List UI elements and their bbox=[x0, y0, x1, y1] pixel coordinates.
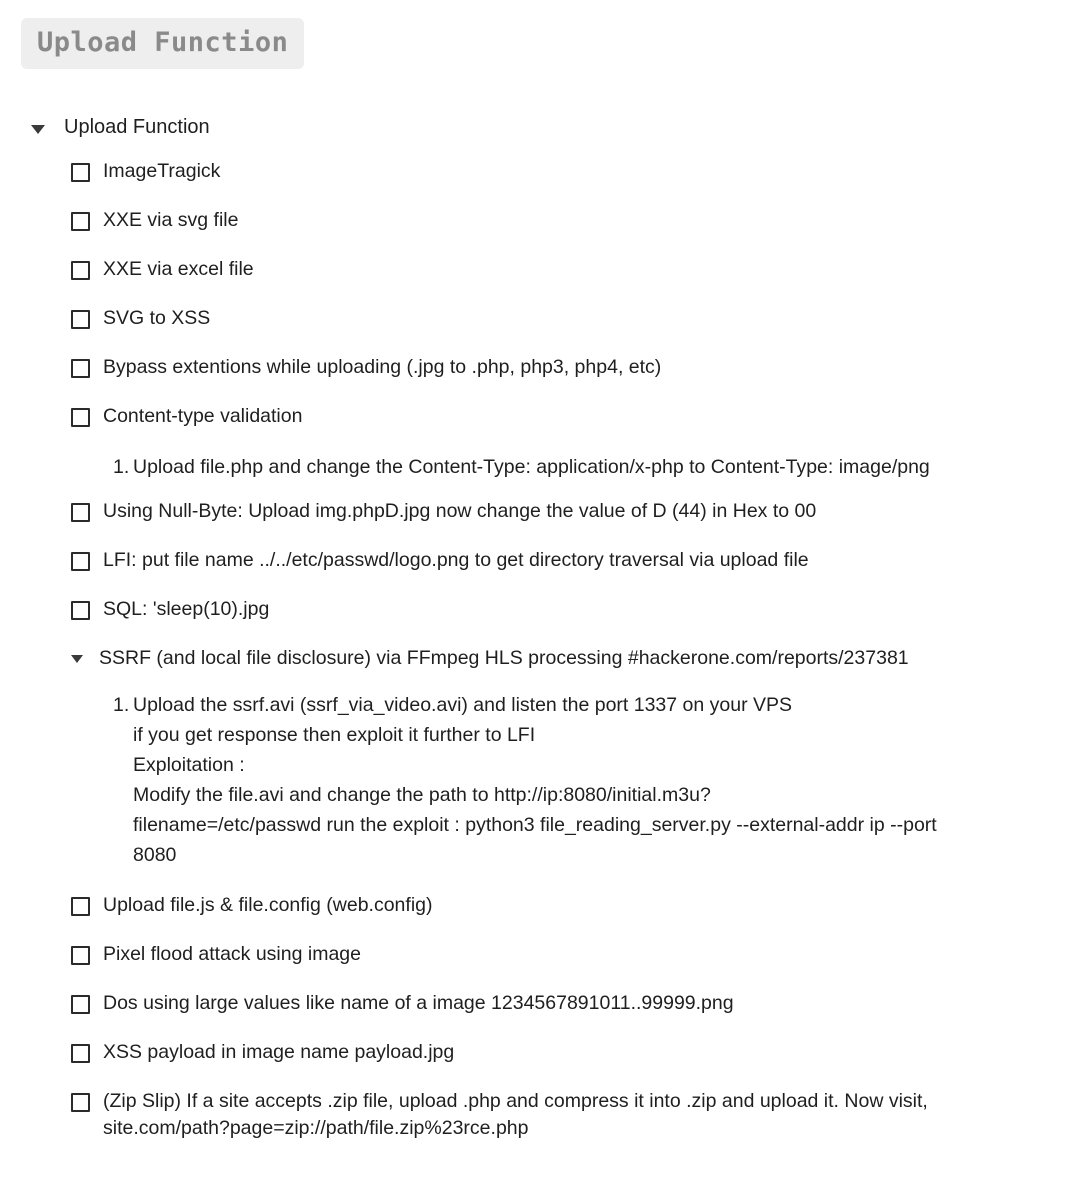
checkbox[interactable] bbox=[71, 310, 90, 329]
checklist-item[interactable]: SQL: 'sleep(10).jpg bbox=[71, 596, 1055, 623]
ssrf-node-row[interactable]: SSRF (and local file disclosure) via FFm… bbox=[71, 645, 1055, 672]
checklist-item-label: XXE via excel file bbox=[103, 258, 254, 280]
detail-text: Upload the ssrf.avi (ssrf_via_video.avi)… bbox=[133, 690, 983, 870]
checkbox[interactable] bbox=[71, 552, 90, 571]
page-root: Upload Function Upload Function ImageTra… bbox=[0, 0, 1075, 1200]
checklist-item-label: Upload file.js & file.config (web.config… bbox=[103, 894, 433, 916]
checklist-item[interactable]: XXE via svg file bbox=[71, 207, 1055, 234]
detail-line: Modify the file.avi and change the path … bbox=[133, 784, 711, 806]
checklist-item-label: Using Null-Byte: Upload img.phpD.jpg now… bbox=[103, 500, 817, 522]
ssrf-node: SSRF (and local file disclosure) via FFm… bbox=[71, 645, 1055, 870]
checklist-item[interactable]: Upload file.js & file.config (web.config… bbox=[71, 892, 1055, 919]
checklist-item[interactable]: Bypass extentions while uploading (.jpg … bbox=[71, 354, 1055, 381]
checkbox[interactable] bbox=[71, 212, 90, 231]
checklist-item-label: Bypass extentions while uploading (.jpg … bbox=[103, 356, 662, 378]
triangle-down-icon[interactable] bbox=[71, 648, 86, 670]
detail-line: if you get response then exploit it furt… bbox=[133, 724, 536, 746]
checklist-item-label: ImageTragick bbox=[103, 160, 221, 182]
checkbox[interactable] bbox=[71, 897, 90, 916]
checklist-item-label: Dos using large values like name of a im… bbox=[103, 992, 734, 1014]
list-marker: 1. bbox=[113, 456, 130, 478]
checklist-item[interactable]: ImageTragick bbox=[71, 158, 1055, 185]
page-title-badge: Upload Function bbox=[21, 18, 305, 69]
checklist-item-label: Pixel flood attack using image bbox=[103, 943, 361, 965]
triangle-down-icon[interactable] bbox=[30, 115, 46, 141]
checkbox[interactable] bbox=[71, 408, 90, 427]
checklist-item[interactable]: (Zip Slip) If a site accepts .zip file, … bbox=[71, 1088, 1055, 1142]
list-marker: 1. bbox=[113, 694, 130, 716]
detail-text: Upload file.php and change the Content-T… bbox=[133, 456, 930, 478]
checklist-item[interactable]: Using Null-Byte: Upload img.phpD.jpg now… bbox=[71, 498, 1055, 525]
outline-children: ImageTragick XXE via svg file XXE via ex… bbox=[71, 158, 1055, 1142]
detail-list-item: 1. Upload the ssrf.avi (ssrf_via_video.a… bbox=[99, 690, 1055, 870]
detail-list: 1. Upload file.php and change the Conten… bbox=[99, 452, 1055, 482]
detail-line: Exploitation : bbox=[133, 754, 245, 776]
checklist-item-label: LFI: put file name ../../etc/passwd/logo… bbox=[103, 549, 809, 571]
checkbox[interactable] bbox=[71, 163, 90, 182]
outline-root-label: Upload Function bbox=[64, 116, 210, 138]
checklist-item-label: (Zip Slip) If a site accepts .zip file, … bbox=[103, 1090, 928, 1139]
checklist-item[interactable]: Pixel flood attack using image bbox=[71, 941, 1055, 968]
checklist-item-label: XSS payload in image name payload.jpg bbox=[103, 1041, 455, 1063]
checkbox[interactable] bbox=[71, 946, 90, 965]
page-title: Upload Function bbox=[37, 27, 289, 58]
checkbox[interactable] bbox=[71, 359, 90, 378]
checkbox[interactable] bbox=[71, 1093, 90, 1112]
checklist-item[interactable]: LFI: put file name ../../etc/passwd/logo… bbox=[71, 547, 1055, 574]
checklist-item[interactable]: SVG to XSS bbox=[71, 305, 1055, 332]
checkbox[interactable] bbox=[71, 601, 90, 620]
checklist-item-label: XXE via svg file bbox=[103, 209, 239, 231]
ssrf-node-label: SSRF (and local file disclosure) via FFm… bbox=[99, 647, 909, 669]
checkbox[interactable] bbox=[71, 995, 90, 1014]
checklist-item-label: SVG to XSS bbox=[103, 307, 211, 329]
checklist-item[interactable]: Dos using large values like name of a im… bbox=[71, 990, 1055, 1017]
outline-tree: Upload Function ImageTragick XXE via svg… bbox=[20, 114, 1055, 1142]
checkbox[interactable] bbox=[71, 1044, 90, 1063]
detail-line: Upload the ssrf.avi (ssrf_via_video.avi)… bbox=[133, 694, 793, 716]
checkbox[interactable] bbox=[71, 261, 90, 280]
checklist-item[interactable]: XXE via excel file bbox=[71, 256, 1055, 283]
outline-root-row[interactable]: Upload Function bbox=[30, 114, 1055, 140]
checklist-item[interactable]: XSS payload in image name payload.jpg bbox=[71, 1039, 1055, 1066]
checklist-item[interactable]: Content-type validation bbox=[71, 403, 1055, 430]
ssrf-detail-list: 1. Upload the ssrf.avi (ssrf_via_video.a… bbox=[99, 690, 1055, 870]
checklist-item-label: SQL: 'sleep(10).jpg bbox=[103, 598, 270, 620]
detail-line: filename=/etc/passwd run the exploit : p… bbox=[133, 814, 937, 866]
detail-list-item: 1. Upload file.php and change the Conten… bbox=[99, 452, 1055, 482]
checkbox[interactable] bbox=[71, 503, 90, 522]
checklist-item-label: Content-type validation bbox=[103, 405, 303, 427]
